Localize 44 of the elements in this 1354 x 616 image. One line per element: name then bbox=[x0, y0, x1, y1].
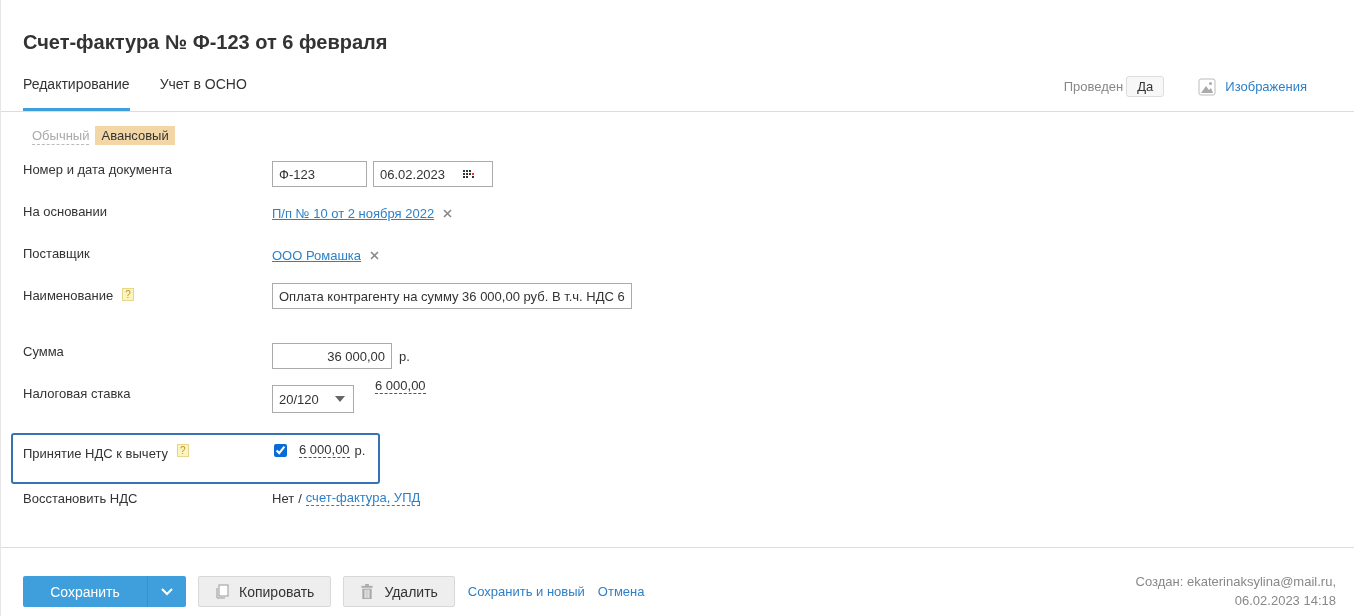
posted-toggle[interactable]: Да bbox=[1126, 76, 1165, 97]
field-label: Восстановить НДС bbox=[23, 491, 138, 506]
date-field[interactable]: 06.02.2023 bbox=[373, 161, 493, 187]
tax-rate-dropdown[interactable]: 20/120 bbox=[272, 385, 354, 413]
amount-field[interactable]: 36 000,00 bbox=[272, 343, 392, 369]
field-label: Наименование bbox=[23, 288, 114, 303]
caret-icon bbox=[335, 396, 345, 402]
images-link[interactable]: Изображения bbox=[1225, 79, 1307, 94]
number-field[interactable]: Ф-123 bbox=[272, 161, 367, 187]
remove-icon bbox=[369, 250, 381, 261]
currency-label: р. bbox=[399, 348, 410, 364]
document-link[interactable]: ООО Ромашка bbox=[272, 248, 362, 263]
image-icon bbox=[1198, 77, 1217, 96]
page-title: Счет-фактура № Ф-123 от 6 февраля bbox=[23, 30, 389, 54]
save-and-new-link[interactable]: Сохранить и новый bbox=[467, 584, 585, 599]
copy-button[interactable]: Копировать bbox=[198, 576, 332, 607]
tax-amount[interactable]: 6 000,00 bbox=[375, 379, 426, 394]
deduction-amount[interactable]: 6 000,00 bbox=[299, 443, 350, 458]
delete-button[interactable]: Удалить bbox=[343, 576, 455, 607]
document-type-link[interactable]: счет-фактура, УПД bbox=[305, 490, 421, 506]
document-link[interactable]: П/п № 10 от 2 ноября 2022 bbox=[272, 206, 435, 221]
field-label: Принятие НДС к вычету bbox=[23, 446, 169, 461]
field-label: Номер и дата документа bbox=[23, 162, 173, 177]
field-label: Поставщик bbox=[23, 246, 90, 261]
created-date: 06.02.2023 14:18 bbox=[1233, 592, 1336, 610]
creator-info: Создан: ekaterinaksylina@mail.ru, bbox=[1135, 573, 1336, 591]
field-label: Сумма bbox=[23, 344, 64, 359]
copy-icon bbox=[215, 584, 229, 599]
restore-value: Нет bbox=[272, 490, 295, 506]
posted-label: Проведен bbox=[1063, 79, 1124, 94]
calendar-icon bbox=[463, 170, 474, 178]
chevron-down-icon bbox=[161, 587, 173, 596]
checkbox[interactable] bbox=[274, 444, 287, 457]
field-label: На основании bbox=[23, 204, 108, 219]
tab[interactable]: Учет в ОСНО bbox=[159, 74, 247, 111]
name-field[interactable]: Оплата контрагенту на сумму 36 000,00 руб. В т.ч. НДС 6 bbox=[272, 283, 632, 309]
cancel-link[interactable]: Отмена bbox=[597, 584, 645, 599]
field-label: Налоговая ставка bbox=[23, 386, 131, 401]
remove-icon bbox=[442, 208, 454, 219]
tab[interactable]: Редактирование bbox=[23, 74, 130, 111]
separator-text: / bbox=[298, 490, 302, 506]
currency-label: р. bbox=[354, 443, 366, 458]
trash-icon bbox=[360, 584, 375, 599]
type-option[interactable]: Авансовый bbox=[95, 126, 175, 145]
